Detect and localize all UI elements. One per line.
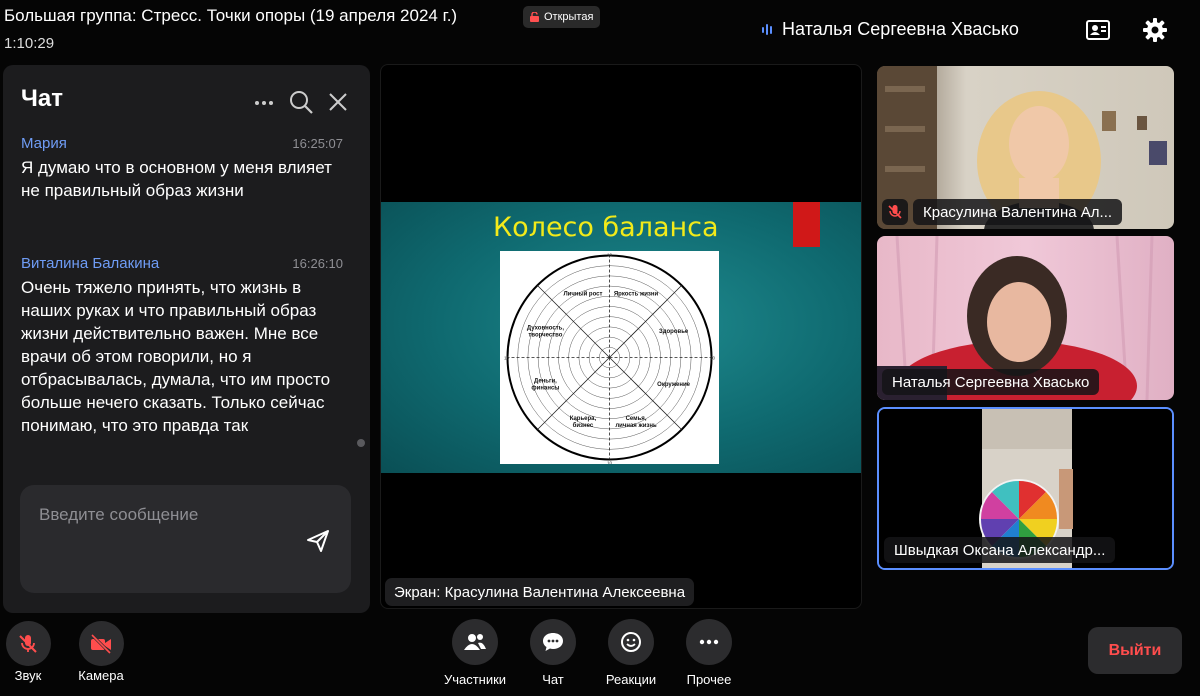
participant-tile-active[interactable]: Швыдкая Оксана Александр... [877, 407, 1174, 570]
meeting-timer: 1:10:29 [4, 35, 55, 52]
chat-message: Мария 16:25:07 Я думаю что в основном у … [21, 135, 343, 202]
slide-decoration [793, 202, 820, 247]
wheel-sector-label: Яркость жизни [614, 291, 659, 297]
search-icon[interactable] [288, 89, 314, 115]
wheel-scale-label: 10 [607, 253, 613, 258]
balance-wheel-image: Яркость жизни Здоровье Окружение Семья, личн… [500, 251, 719, 466]
active-speaker: Наталья Сергеевна Хвасько [762, 19, 1019, 40]
chat-button[interactable] [530, 619, 576, 665]
slide-title: Колесо баланса [493, 212, 719, 243]
camera-off-icon [90, 633, 112, 654]
more-button[interactable] [686, 619, 732, 665]
wheel-sector-label: личная жизнь [615, 423, 657, 429]
sound-label: Звук [14, 668, 42, 683]
reactions-control[interactable]: Реакции [586, 619, 676, 687]
participant-tile[interactable]: Наталья Сергеевна Хвасько [877, 236, 1174, 400]
more-icon[interactable] [252, 91, 276, 115]
participants-button[interactable] [452, 619, 498, 665]
presentation-slide: Колесо баланса Яркость жизни Здоровье Окру… [381, 202, 861, 473]
message-time: 16:26:10 [292, 256, 343, 271]
wheel-sector-label: финансы [531, 385, 559, 392]
chat-control[interactable]: Чат [508, 619, 598, 687]
contact-card-icon[interactable] [1084, 16, 1112, 44]
camera-toggle[interactable]: Камера [56, 621, 146, 683]
chat-scrollbar[interactable] [357, 439, 365, 447]
chat-message: Виталина Балакина 16:26:10 Очень тяжело … [21, 255, 343, 437]
screen-share-label: Экран: Красулина Валентина Алексеевна [385, 578, 695, 606]
audio-level-icon [762, 24, 772, 35]
close-icon[interactable] [326, 90, 350, 114]
more-control[interactable]: Прочее [664, 619, 754, 687]
participant-name: Швыдкая Оксана Александр... [884, 537, 1116, 563]
chat-label: Чат [542, 672, 564, 687]
gear-icon[interactable] [1141, 16, 1169, 44]
mic-off-icon [888, 205, 902, 219]
wheel-sector-label: Здоровье [659, 329, 689, 335]
message-compose-box [20, 485, 351, 593]
more-label: Прочее [686, 672, 732, 687]
camera-label: Камера [78, 668, 124, 683]
wheel-scale-label: 10 [710, 356, 716, 361]
message-input[interactable] [39, 505, 289, 525]
message-text: Я думаю что в основном у меня влияет не … [21, 158, 332, 200]
people-icon [464, 634, 486, 650]
participants-label: Участники [443, 672, 507, 687]
chat-title: Чат [21, 85, 63, 112]
more-icon [699, 639, 719, 645]
chat-bubble-icon [543, 633, 563, 651]
wheel-sector-label: Окружение [657, 382, 690, 388]
smile-icon [621, 632, 641, 652]
wheel-sector-label: Карьера, [570, 416, 597, 422]
screen-share-view[interactable]: Колесо баланса Яркость жизни Здоровье Окру… [380, 64, 862, 609]
badge-label: Открытая [544, 11, 594, 23]
wheel-sector-label: Деньги, [534, 379, 557, 385]
send-icon[interactable] [304, 527, 332, 555]
exit-button[interactable]: Выйти [1088, 627, 1182, 674]
participant-name: Наталья Сергеевна Хвасько [882, 369, 1100, 395]
message-text: Очень тяжело принять, что жизнь в наших … [21, 278, 331, 435]
wheel-scale-label: 10 [504, 356, 510, 361]
reactions-button[interactable] [608, 619, 654, 665]
wheel-sector-label: Семья, [626, 416, 647, 422]
wheel-scale-label: 10 [607, 461, 613, 465]
camera-off-button[interactable] [78, 621, 124, 666]
open-status-badge: Открытая [523, 6, 601, 28]
reactions-label: Реакции [605, 672, 657, 687]
active-speaker-name: Наталья Сергеевна Хвасько [782, 19, 1019, 39]
wheel-sector-label: творчество [528, 332, 562, 338]
chat-panel: Чат Мария 16:25:07 Я думаю что в основно… [3, 65, 370, 613]
message-time: 16:25:07 [292, 136, 343, 151]
meeting-title: Большая группа: Стресс. Точки опоры (19 … [4, 6, 458, 25]
wheel-sector-label: Духовность, [527, 325, 564, 331]
wheel-sector-label: бизнес [573, 422, 594, 429]
lock-icon [530, 12, 539, 22]
participant-tile[interactable]: Красулина Валентина Ал... [877, 66, 1174, 229]
mic-off-button[interactable] [5, 621, 51, 666]
participant-name: Красулина Валентина Ал... [913, 199, 1123, 225]
mic-off-icon [19, 634, 37, 653]
wheel-sector-label: Личный рост [563, 290, 602, 297]
participants-control[interactable]: Участники [430, 619, 520, 687]
muted-indicator [882, 199, 908, 225]
